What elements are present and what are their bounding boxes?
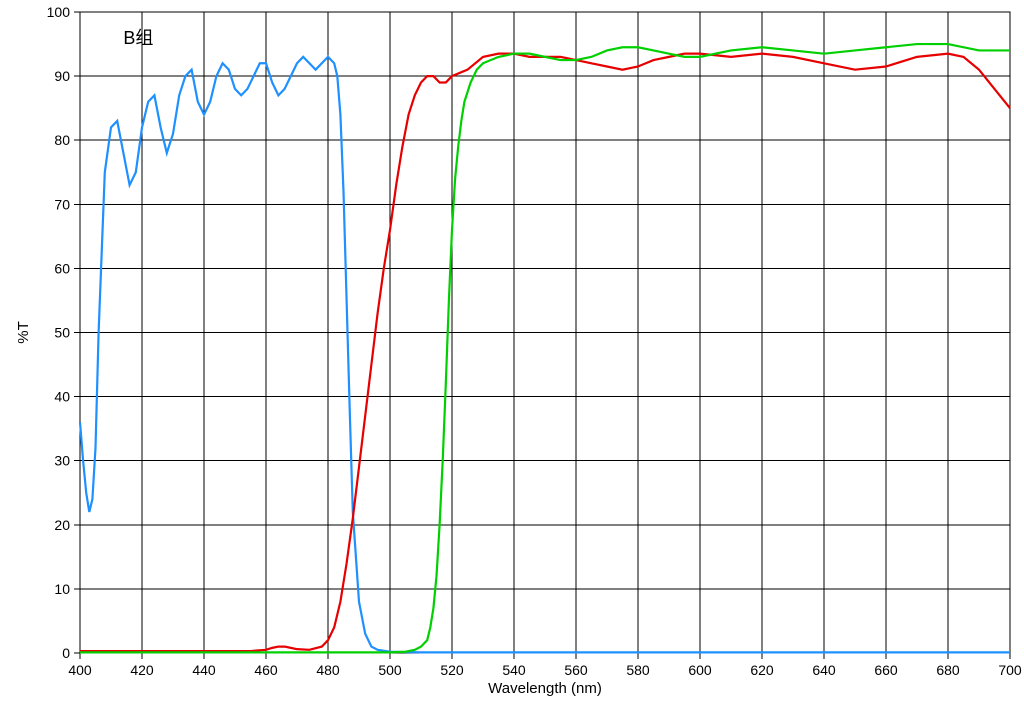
y-axis-title: %T <box>15 321 32 344</box>
y-tick-label: 40 <box>54 389 70 405</box>
y-tick-label: 20 <box>54 517 70 533</box>
series-green <box>80 44 1010 652</box>
y-tick-label: 0 <box>62 645 70 661</box>
x-tick-label: 540 <box>502 662 526 678</box>
x-tick-label: 520 <box>440 662 464 678</box>
y-axis: 0 10 20 30 40 50 60 70 80 90 100 <box>47 4 80 661</box>
x-tick-label: 620 <box>750 662 774 678</box>
x-tick-label: 640 <box>812 662 836 678</box>
chart-svg: 4004204404604805005205405605806006206406… <box>0 0 1024 703</box>
x-tick-label: 440 <box>192 662 216 678</box>
x-tick-label: 560 <box>564 662 588 678</box>
x-tick-label: 660 <box>874 662 898 678</box>
grid <box>80 12 1010 653</box>
transmittance-chart: 4004204404604805005205405605806006206406… <box>0 0 1024 703</box>
y-tick-label: 70 <box>54 196 70 212</box>
y-tick-label: 60 <box>54 260 70 276</box>
annotation-label: B组 <box>123 28 153 48</box>
x-tick-label: 420 <box>130 662 154 678</box>
x-tick-label: 700 <box>998 662 1022 678</box>
x-axis-title: Wavelength (nm) <box>488 680 602 697</box>
x-tick-label: 460 <box>254 662 278 678</box>
y-tick-label: 100 <box>47 4 71 20</box>
x-tick-label: 580 <box>626 662 650 678</box>
series-red <box>80 54 1010 651</box>
x-tick-label: 500 <box>378 662 402 678</box>
y-tick-label: 80 <box>54 132 70 148</box>
x-tick-label: 480 <box>316 662 340 678</box>
y-tick-label: 30 <box>54 453 70 469</box>
x-axis: 400 420 440 460 480 500 520 540 560 580 600 620 640 6… <box>68 653 1022 678</box>
y-tick-label: 10 <box>54 581 70 597</box>
y-tick-label: 90 <box>54 68 70 84</box>
x-tick-label: 400 <box>68 662 92 678</box>
series-blue <box>80 57 1010 652</box>
x-tick-label: 680 <box>936 662 960 678</box>
x-tick-label: 600 <box>688 662 712 678</box>
y-tick-label: 50 <box>54 325 70 341</box>
